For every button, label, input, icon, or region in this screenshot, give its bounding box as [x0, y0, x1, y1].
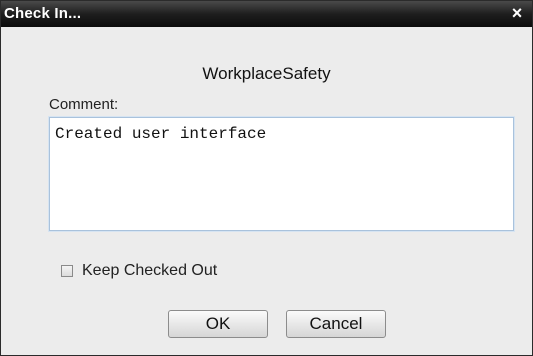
cancel-button[interactable]: Cancel: [286, 310, 386, 338]
ok-button[interactable]: OK: [168, 310, 268, 338]
item-name: WorkplaceSafety: [202, 64, 331, 83]
check-in-dialog: Check In... × WorkplaceSafety Comment: C…: [0, 0, 533, 356]
comment-label: Comment:: [49, 96, 119, 113]
title-bar[interactable]: Check In... ×: [1, 1, 532, 27]
dialog-title: Check In...: [4, 5, 82, 22]
close-icon[interactable]: ×: [509, 3, 525, 23]
keep-checked-out-checkbox[interactable]: [61, 265, 73, 277]
keep-checked-out-label: Keep Checked Out: [82, 262, 218, 279]
comment-field[interactable]: Created user interface: [49, 117, 514, 231]
keep-checked-out-option[interactable]: Keep Checked Out: [61, 262, 217, 280]
